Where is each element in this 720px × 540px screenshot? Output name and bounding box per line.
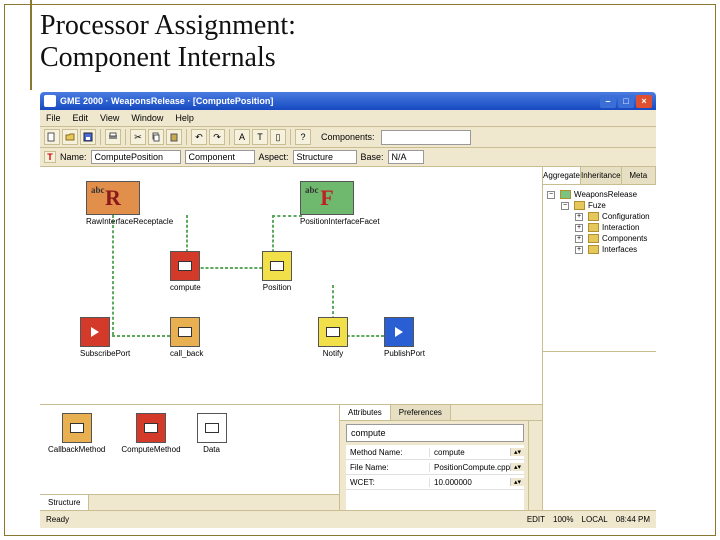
toolbar-save-icon[interactable]: [80, 129, 96, 145]
node-receptacle-label: RawInterfaceReceptacle: [86, 217, 173, 226]
menu-file[interactable]: File: [46, 113, 61, 123]
toolbar-paste-icon[interactable]: [166, 129, 182, 145]
node-subscribe-label: SubscribePort: [80, 349, 130, 358]
palette-item-data[interactable]: Data: [197, 413, 227, 454]
menu-help[interactable]: Help: [175, 113, 194, 123]
tree-item-interfaces[interactable]: +Interfaces: [575, 244, 652, 255]
slide-title: Processor Assignment: Component Internal…: [40, 10, 296, 74]
aspect-label: Aspect:: [259, 152, 289, 162]
minimize-button[interactable]: –: [600, 95, 616, 108]
status-mode: EDIT: [527, 515, 545, 524]
app-window: GME 2000 · WeaponsRelease · [ComputePosi…: [40, 92, 656, 510]
window-titlebar: GME 2000 · WeaponsRelease · [ComputePosi…: [40, 92, 656, 110]
base2-field[interactable]: N/A: [388, 150, 424, 164]
props-object-name[interactable]: compute: [346, 424, 524, 442]
palette-tab-structure[interactable]: Structure: [40, 495, 89, 510]
status-zoom: 100%: [553, 515, 573, 524]
name-label: Name:: [60, 152, 87, 162]
menu-view[interactable]: View: [100, 113, 119, 123]
menu-bar: File Edit View Window Help: [40, 110, 656, 127]
toolbar-tool-c-icon[interactable]: ▯: [270, 129, 286, 145]
toolbar-components-label: Components:: [321, 132, 375, 142]
node-compute[interactable]: compute: [170, 251, 201, 292]
status-scope: LOCAL: [582, 515, 608, 524]
props-grid: Method Name:compute▴▾ File Name:Position…: [346, 445, 524, 510]
node-notify-label: Notify: [318, 349, 348, 358]
diagram-canvas[interactable]: abcR RawInterfaceReceptacle abcF Positio…: [40, 167, 542, 404]
node-publish-label: PublishPort: [384, 349, 425, 358]
tree-item-configuration[interactable]: +Configuration: [575, 211, 652, 222]
status-time: 08:44 PM: [616, 515, 650, 524]
status-text: Ready: [46, 515, 69, 524]
option-bar: T Name: ComputePosition Component Aspect…: [40, 148, 656, 167]
props-scrollbar[interactable]: [528, 421, 542, 510]
node-callback[interactable]: call_back: [170, 317, 203, 358]
node-facet-label: PositionInterfaceFacet: [300, 217, 380, 226]
name-field[interactable]: ComputePosition: [91, 150, 181, 164]
filter-icon[interactable]: T: [44, 151, 56, 163]
toolbar-redo-icon[interactable]: ↷: [209, 129, 225, 145]
toolbar: ✂ ↶ ↷ A T ▯ ? Components:: [40, 127, 656, 148]
aspect-field[interactable]: Structure: [293, 150, 357, 164]
sidebar-tab-inheritance[interactable]: Inheritance: [581, 167, 622, 184]
props-tab-preferences[interactable]: Preferences: [391, 405, 451, 420]
toolbar-components-combo[interactable]: [381, 130, 471, 145]
model-tree[interactable]: −WeaponsRelease −Fuze +Configuration +In…: [543, 185, 656, 352]
palette-item-callbackmethod[interactable]: CallbackMethod: [48, 413, 105, 454]
sidebar-tab-aggregate[interactable]: Aggregate: [543, 167, 581, 184]
status-bar: Ready EDIT 100% LOCAL 08:44 PM: [40, 510, 656, 528]
node-callback-label: call_back: [170, 349, 203, 358]
node-receptacle[interactable]: abcR RawInterfaceReceptacle: [86, 181, 173, 226]
toolbar-print-icon[interactable]: [105, 129, 121, 145]
prop-row[interactable]: Method Name:compute▴▾: [346, 445, 524, 460]
node-facet[interactable]: abcF PositionInterfaceFacet: [300, 181, 380, 226]
tree-item-interaction[interactable]: +Interaction: [575, 222, 652, 233]
node-position[interactable]: Position: [262, 251, 292, 292]
base2-label: Base:: [361, 152, 384, 162]
tree-item-components[interactable]: +Components: [575, 233, 652, 244]
toolbar-copy-icon[interactable]: [148, 129, 164, 145]
palette-item-computemethod[interactable]: ComputeMethod: [121, 413, 180, 454]
node-subscribe[interactable]: SubscribePort: [80, 317, 130, 358]
toolbar-cut-icon[interactable]: ✂: [130, 129, 146, 145]
prop-row[interactable]: WCET:10.000000▴▾: [346, 475, 524, 490]
tree-root[interactable]: −WeaponsRelease: [547, 189, 652, 200]
toolbar-tool-b-icon[interactable]: T: [252, 129, 268, 145]
tree-item-fuze[interactable]: −Fuze: [561, 200, 652, 211]
window-title: GME 2000 · WeaponsRelease · [ComputePosi…: [60, 96, 598, 106]
maximize-button[interactable]: □: [618, 95, 634, 108]
node-notify[interactable]: Notify: [318, 317, 348, 358]
toolbar-tool-a-icon[interactable]: A: [234, 129, 250, 145]
palette-panel: CallbackMethod ComputeMethod Data Struct…: [40, 405, 340, 510]
node-publish[interactable]: PublishPort: [384, 317, 425, 358]
node-compute-label: compute: [170, 283, 201, 292]
prop-row[interactable]: File Name:PositionCompute.cpp▴▾: [346, 460, 524, 475]
close-button[interactable]: ×: [636, 95, 652, 108]
props-tab-attributes[interactable]: Attributes: [340, 405, 391, 420]
base-field[interactable]: Component: [185, 150, 255, 164]
menu-window[interactable]: Window: [131, 113, 163, 123]
properties-panel: Attributes Preferences compute Method Na…: [340, 405, 542, 510]
sidebar-tab-meta[interactable]: Meta: [622, 167, 656, 184]
sidebar: Aggregate Inheritance Meta −WeaponsRelea…: [543, 167, 656, 510]
node-position-label: Position: [262, 283, 292, 292]
toolbar-open-icon[interactable]: [62, 129, 78, 145]
toolbar-new-icon[interactable]: [44, 129, 60, 145]
toolbar-undo-icon[interactable]: ↶: [191, 129, 207, 145]
app-icon: [44, 95, 56, 107]
toolbar-help-icon[interactable]: ?: [295, 129, 311, 145]
menu-edit[interactable]: Edit: [73, 113, 89, 123]
